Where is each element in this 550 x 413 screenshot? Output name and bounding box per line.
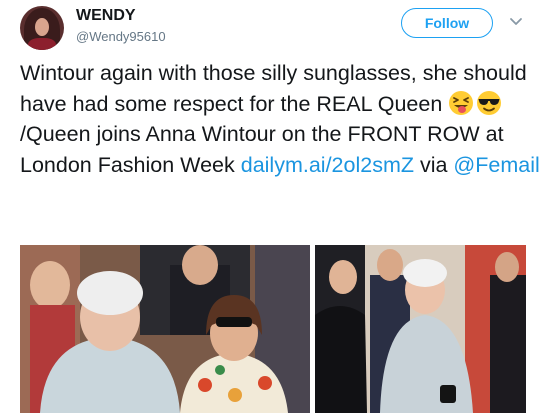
avatar[interactable] — [20, 6, 64, 50]
media-photo-front-row[interactable] — [20, 245, 310, 413]
avatar-clothing — [28, 38, 56, 50]
tweet-text-part3: via — [413, 152, 454, 177]
media-photo-queen-arrival[interactable] — [315, 245, 526, 413]
user-handle[interactable]: @Wendy95610 — [76, 29, 166, 44]
avatar-face — [35, 18, 49, 36]
tweet-link[interactable]: dailym.ai/2ol2smZ — [241, 153, 414, 177]
squinting-face-with-tongue-emoji — [449, 90, 474, 115]
queen-arrival-photo-illustration — [315, 245, 526, 413]
front-row-photo-illustration — [20, 245, 310, 413]
follow-button[interactable]: Follow — [401, 8, 493, 38]
chevron-down-icon[interactable] — [509, 17, 523, 27]
tweet-text: Wintour again with those silly sunglasse… — [20, 58, 540, 180]
display-name[interactable]: WENDY — [76, 7, 136, 25]
smiling-face-with-sunglasses-emoji — [477, 90, 502, 115]
mention-link[interactable]: @Femail — [453, 153, 539, 177]
